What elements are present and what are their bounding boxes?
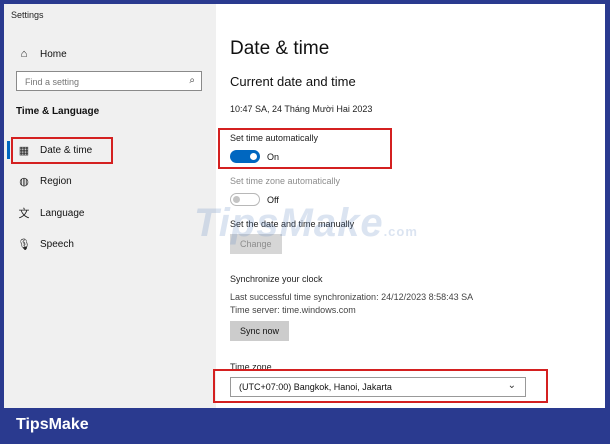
last-sync-text: Last successful time synchronization: 24… [230,292,474,302]
sidebar-item-label: Home [40,48,67,60]
globe-icon: ◍ [19,175,29,188]
time-server-text: Time server: time.windows.com [230,305,356,315]
sidebar-item-home[interactable]: ⌂ Home [4,43,216,65]
footer-brand: TipsMake [16,416,89,433]
sidebar-item-label: Speech [40,238,74,250]
sync-now-button[interactable]: Sync now [230,321,290,341]
search-icon[interactable]: ⌕ [189,75,195,86]
timezone-value: (UTC+07:00) Bangkok, Hanoi, Jakarta [239,382,392,392]
sidebar-item-label: Date & time [40,144,93,156]
set-timezone-auto-label: Set time zone automatically [230,176,341,186]
timezone-label: Time zone [230,362,272,372]
page-title: Date & time [230,38,330,59]
window-title: Settings [11,10,44,20]
sidebar: Settings ⌂ Home ⌕ Time & Language ▦ Date… [4,4,216,408]
current-datetime: 10:47 SA, 24 Tháng Mười Hai 2023 [230,104,373,114]
sidebar-item-speech[interactable]: 🎙 Speech [4,233,216,255]
search-box: ⌕ [16,71,202,91]
section-title: Current date and time [230,74,356,89]
sidebar-item-language[interactable]: 文 Language [4,202,216,224]
microphone-icon: 🎙 [17,238,31,251]
home-icon: ⌂ [20,48,28,60]
set-time-auto-state: On [267,152,280,162]
watermark: TipsMake.com [194,201,418,245]
sidebar-item-date-time[interactable]: ▦ Date & time [4,139,216,161]
sidebar-item-label: Language [40,207,85,219]
language-icon: 文 [18,208,30,220]
settings-window: Settings ⌂ Home ⌕ Time & Language ▦ Date… [4,4,605,408]
toggle-knob [250,153,257,160]
sidebar-item-label: Region [40,175,72,187]
timezone-select[interactable]: (UTC+07:00) Bangkok, Hanoi, Jakarta ⌄ [230,377,526,397]
sync-title: Synchronize your clock [230,274,323,284]
set-time-auto-label: Set time automatically [230,133,319,143]
set-time-auto-toggle[interactable] [230,150,260,163]
sidebar-item-region[interactable]: ◍ Region [4,170,216,192]
chevron-down-icon: ⌄ [507,380,516,391]
calendar-clock-icon: ▦ [18,144,30,157]
sidebar-section-title: Time & Language [16,106,100,117]
search-input[interactable] [23,73,177,91]
